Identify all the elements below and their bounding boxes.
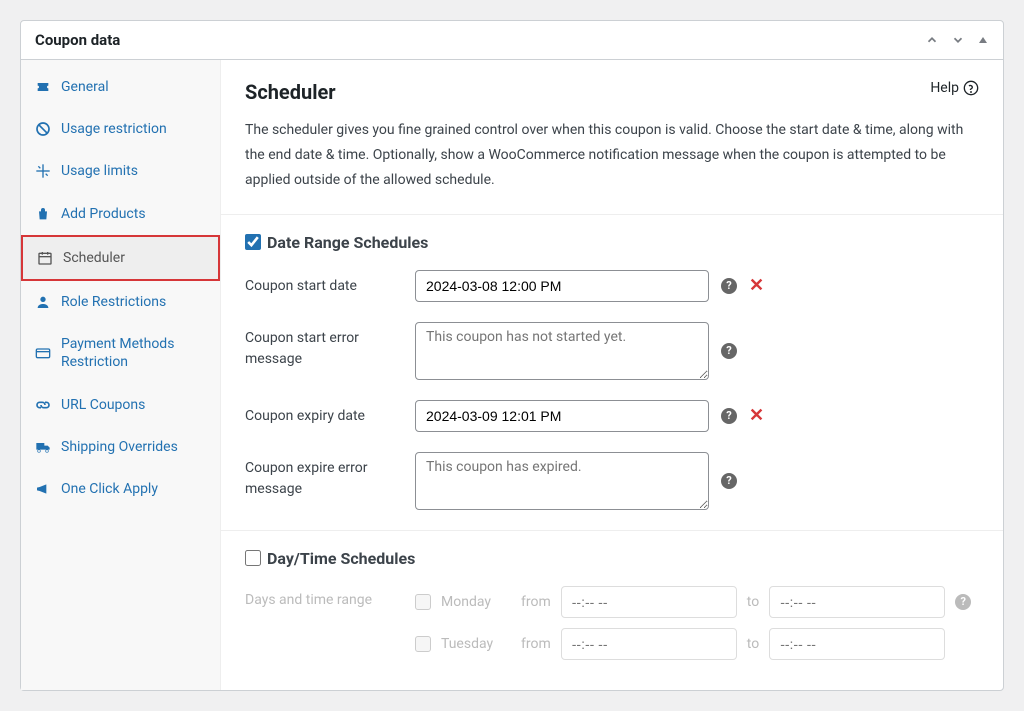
link-icon [35, 397, 51, 413]
sidebar-item-scheduler[interactable]: Scheduler [21, 235, 220, 281]
date-range-checkbox[interactable] [245, 234, 261, 250]
day-name: Monday [441, 594, 511, 610]
bag-icon [35, 206, 51, 222]
content-header: Scheduler Help [245, 80, 979, 104]
sidebar-item-label: URL Coupons [61, 396, 145, 414]
ban-icon [35, 121, 51, 137]
move-down-icon[interactable] [951, 33, 965, 47]
sidebar-item-label: General [61, 78, 109, 96]
help-tooltip-icon[interactable]: ? [721, 408, 737, 424]
panel-title: Coupon data [35, 31, 120, 49]
sidebar-item-url-coupons[interactable]: URL Coupons [21, 384, 220, 426]
card-icon [35, 345, 51, 361]
coupon-data-panel: Coupon data General [20, 20, 1004, 691]
help-link[interactable]: Help [930, 80, 979, 96]
expire-error-row: Coupon expire error message ? [245, 452, 979, 510]
expire-error-label: Coupon expire error message [245, 452, 415, 500]
sidebar-item-usage-restriction[interactable]: Usage restriction [21, 108, 220, 150]
to-label: to [747, 636, 759, 652]
day-time-section-header: Day/Time Schedules [245, 549, 979, 568]
sidebar-item-label: One Click Apply [61, 480, 158, 498]
sidebar-item-label: Usage restriction [61, 120, 167, 138]
help-tooltip-icon[interactable]: ? [721, 343, 737, 359]
help-tooltip-icon[interactable]: ? [721, 473, 737, 489]
sidebar: General Usage restriction Usage limits A… [21, 60, 221, 690]
start-date-input[interactable] [415, 270, 709, 302]
sidebar-item-label: Scheduler [63, 249, 125, 267]
start-date-label: Coupon start date [245, 270, 415, 297]
expiry-date-input[interactable] [415, 400, 709, 432]
divider [221, 214, 1003, 215]
clear-expiry-date-icon[interactable]: ✕ [749, 405, 764, 426]
monday-to-time[interactable] [769, 586, 945, 618]
sidebar-item-one-click-apply[interactable]: One Click Apply [21, 468, 220, 510]
calendar-icon [37, 250, 53, 266]
expiry-date-row: Coupon expiry date ? ✕ [245, 400, 979, 432]
content-title: Scheduler [245, 80, 336, 104]
from-label: from [521, 594, 551, 610]
expire-error-textarea[interactable] [415, 452, 709, 510]
tuesday-to-time[interactable] [769, 628, 945, 660]
monday-checkbox[interactable] [415, 594, 431, 610]
move-up-icon[interactable] [925, 33, 939, 47]
sidebar-item-payment-methods-restriction[interactable]: Payment Methods Restriction [21, 323, 220, 383]
start-error-label: Coupon start error message [245, 322, 415, 370]
adjust-icon [35, 163, 51, 179]
megaphone-icon [35, 481, 51, 497]
tuesday-checkbox[interactable] [415, 636, 431, 652]
sidebar-item-shipping-overrides[interactable]: Shipping Overrides [21, 426, 220, 468]
divider [221, 530, 1003, 531]
sidebar-item-label: Payment Methods Restriction [61, 335, 206, 371]
collapse-icon[interactable] [977, 34, 989, 46]
sidebar-item-label: Role Restrictions [61, 293, 166, 311]
sidebar-item-general[interactable]: General [21, 66, 220, 108]
help-label: Help [930, 80, 959, 96]
sidebar-item-label: Add Products [61, 205, 146, 223]
sidebar-item-role-restrictions[interactable]: Role Restrictions [21, 281, 220, 323]
start-date-row: Coupon start date ? ✕ [245, 270, 979, 302]
sidebar-item-label: Shipping Overrides [61, 438, 178, 456]
help-tooltip-icon[interactable]: ? [955, 594, 971, 610]
truck-icon [35, 439, 51, 455]
date-range-section-header: Date Range Schedules [245, 233, 979, 252]
help-icon [963, 80, 979, 96]
day-row-monday: Monday from to ? [415, 586, 971, 618]
day-row-tuesday: Tuesday from to [415, 628, 971, 660]
sidebar-item-usage-limits[interactable]: Usage limits [21, 150, 220, 192]
start-error-row: Coupon start error message ? [245, 322, 979, 380]
from-label: from [521, 636, 551, 652]
help-tooltip-icon[interactable]: ? [721, 278, 737, 294]
start-error-textarea[interactable] [415, 322, 709, 380]
monday-from-time[interactable] [561, 586, 737, 618]
panel-header: Coupon data [21, 21, 1003, 60]
tuesday-from-time[interactable] [561, 628, 737, 660]
scheduler-description: The scheduler gives you fine grained con… [245, 118, 979, 194]
day-time-checkbox[interactable] [245, 550, 261, 566]
sidebar-item-label: Usage limits [61, 162, 138, 180]
days-range-row: Days and time range Monday from to ? Tue… [245, 586, 979, 670]
day-time-title: Day/Time Schedules [267, 549, 415, 568]
sidebar-item-add-products[interactable]: Add Products [21, 193, 220, 235]
panel-body: General Usage restriction Usage limits A… [21, 60, 1003, 690]
header-controls [925, 33, 989, 47]
to-label: to [747, 594, 759, 610]
content-area: Scheduler Help The scheduler gives you f… [221, 60, 1003, 690]
ticket-icon [35, 79, 51, 95]
expiry-date-label: Coupon expiry date [245, 400, 415, 427]
date-range-title: Date Range Schedules [267, 233, 428, 252]
user-icon [35, 294, 51, 310]
days-range-label: Days and time range [245, 586, 415, 608]
clear-start-date-icon[interactable]: ✕ [749, 275, 764, 296]
day-name: Tuesday [441, 636, 511, 652]
